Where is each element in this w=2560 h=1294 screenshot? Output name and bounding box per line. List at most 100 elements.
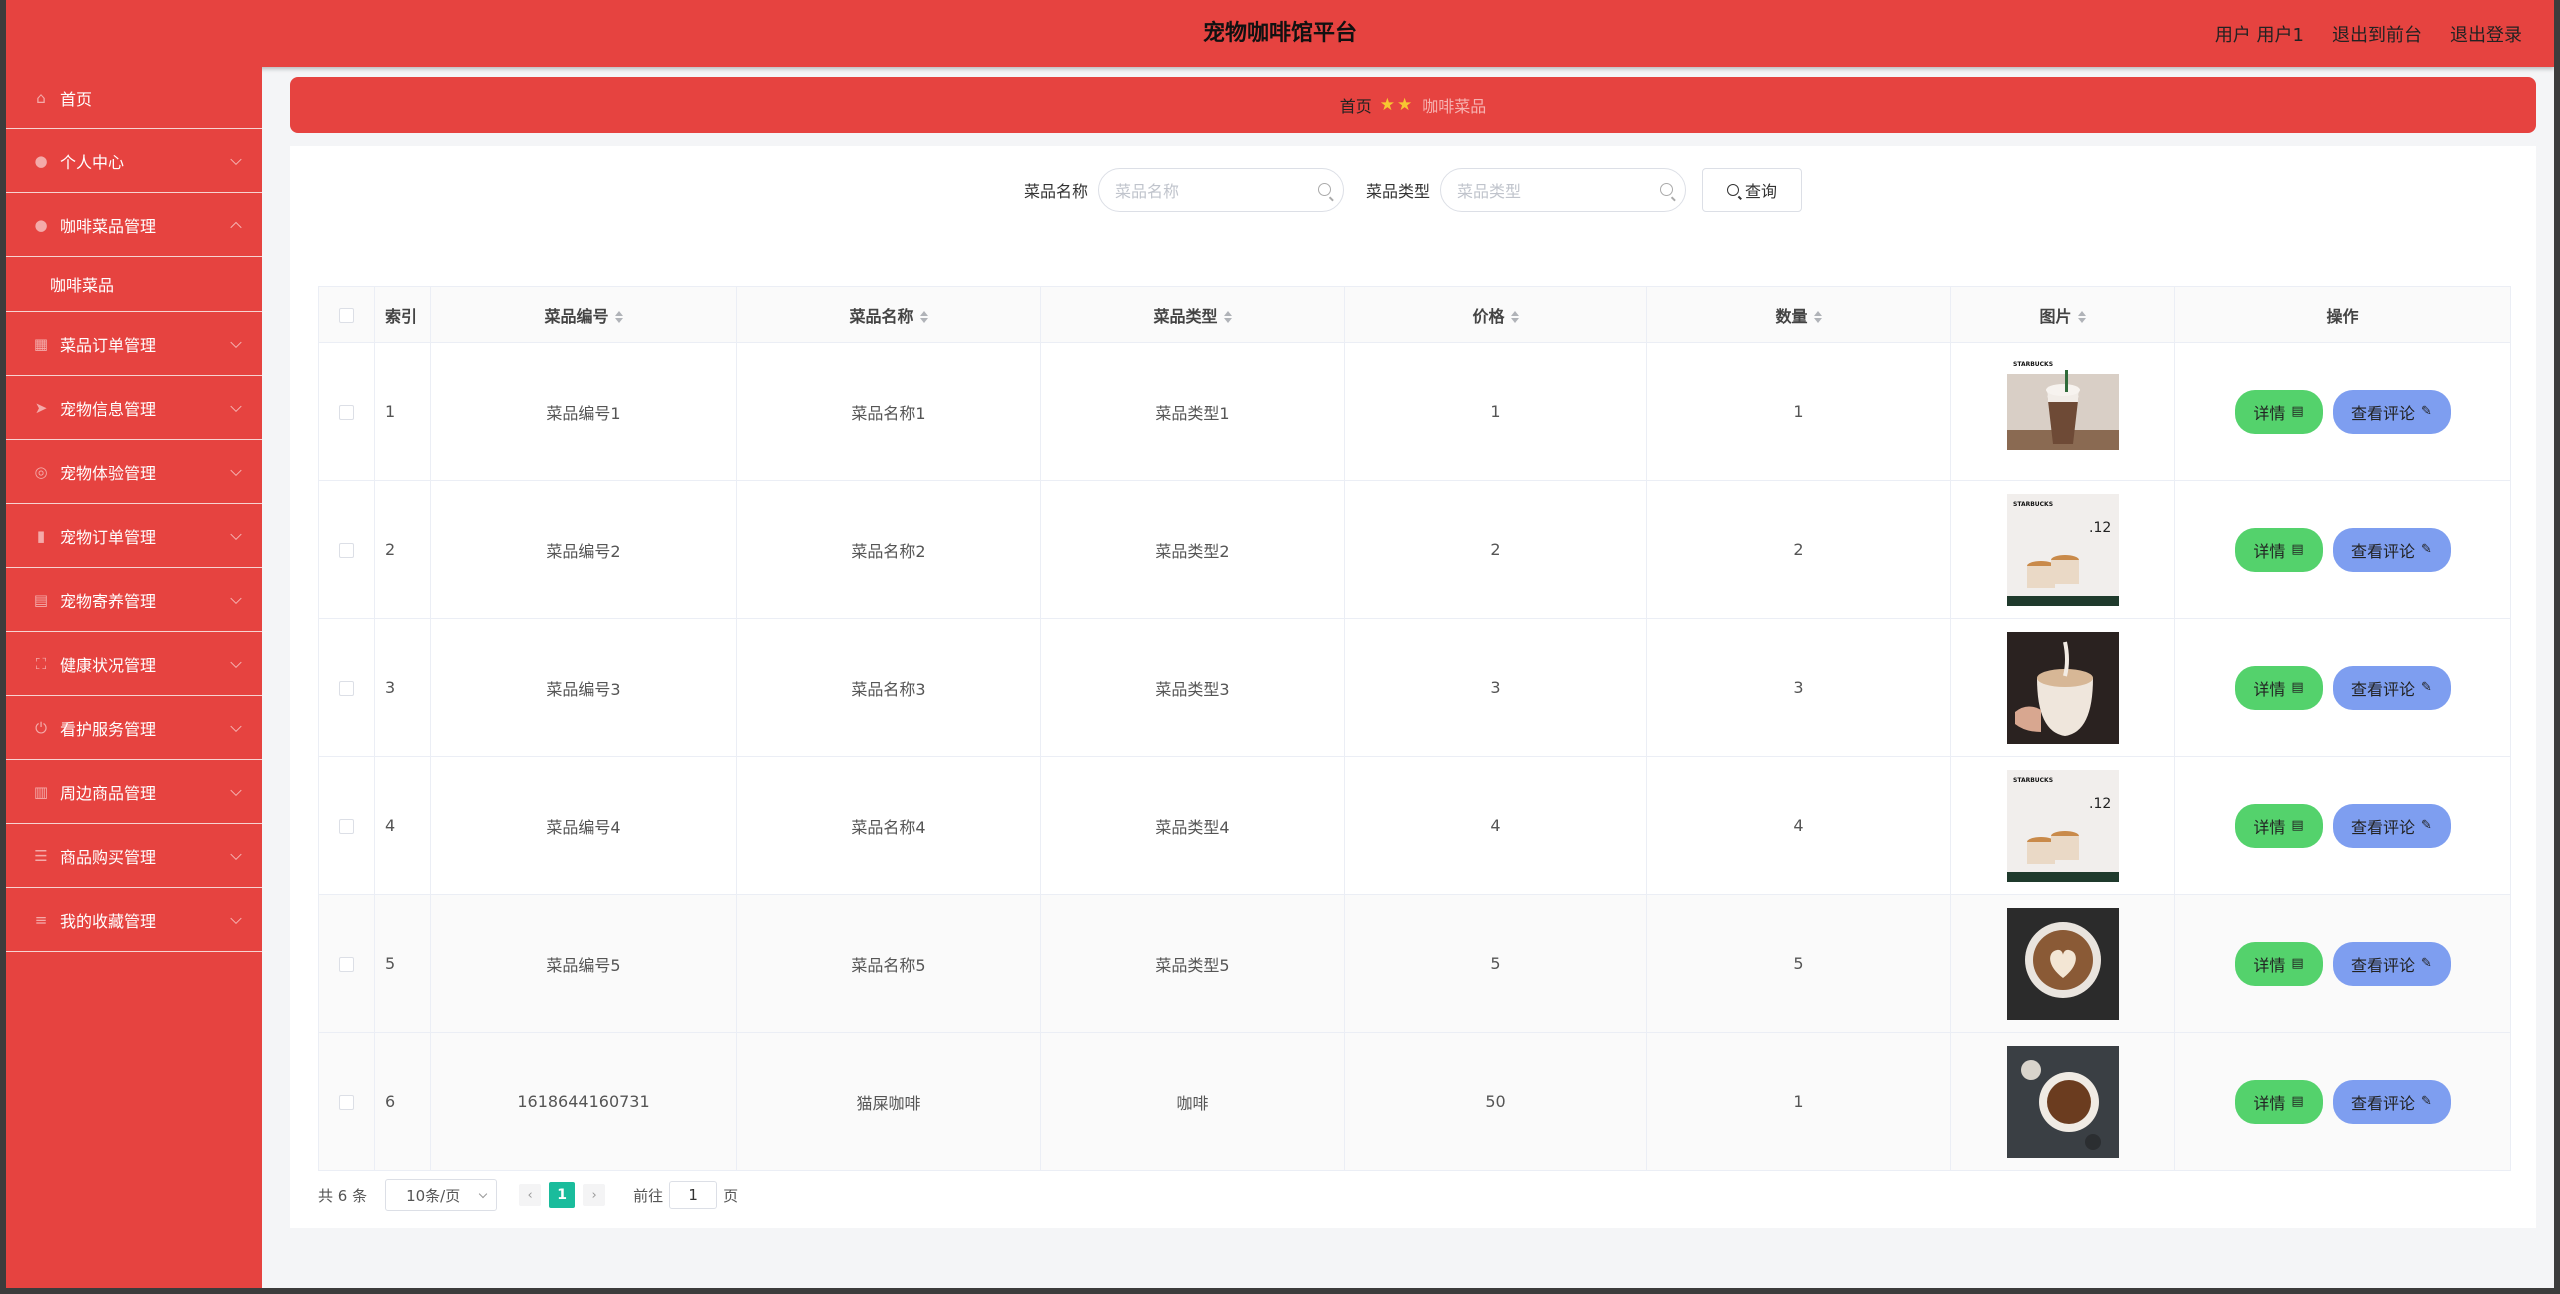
latte-art-image[interactable] [2006,907,2119,1020]
header-image[interactable]: 图片 [1950,286,2175,343]
detail-button-label: 详情 [2253,955,2286,975]
sort-icon[interactable] [2077,310,2086,324]
header-code[interactable]: 菜品编号 [430,286,737,343]
edit-icon: ✎ [2421,542,2432,557]
iced-coffee-image[interactable]: STARBUCKS [2006,355,2119,468]
sidebar-item-pet-order-management[interactable]: ▮ 宠物订单管理 [6,504,262,568]
globe-icon: ◎ [34,462,48,481]
prev-page-button[interactable]: ‹ [519,1184,542,1206]
row-checkbox[interactable] [339,819,354,834]
header-qty-label: 数量 [1775,306,1808,326]
header-name[interactable]: 菜品名称 [736,286,1041,343]
document-icon: ▤ [2291,404,2304,419]
dish-name-input[interactable]: 菜品名称 [1098,168,1344,212]
header-type[interactable]: 菜品类型 [1040,286,1345,343]
row-checkbox[interactable] [339,681,354,696]
next-page-button[interactable]: › [583,1184,606,1206]
pagination: 共 6 条 10条/页 ‹ 1 › 前往 1 页 [318,1179,738,1211]
sidebar-item-care-service-management[interactable]: ⏻ 看护服务管理 [6,696,262,760]
cell-image [1950,1032,2175,1171]
cell-type: 菜品类型4 [1040,756,1345,895]
row-select-cell[interactable] [318,618,375,757]
sidebar-item-pet-info-management[interactable]: ➤ 宠物信息管理 [6,376,262,440]
send-icon: ➤ [34,398,48,417]
sort-icon[interactable] [1223,310,1232,324]
logout-link[interactable]: 退出登录 [2450,21,2522,47]
detail-button[interactable]: 详情 ▤ [2234,803,2323,848]
row-select-cell[interactable] [318,894,375,1033]
sidebar-item-purchase-management[interactable]: ☰ 商品购买管理 [6,824,262,888]
cell-ops: 详情 ▤ 查看评论 ✎ [2174,756,2511,895]
page-size-value: 10条/页 [406,1186,461,1205]
row-checkbox[interactable] [339,1095,354,1110]
view-reviews-button[interactable]: 查看评论 ✎ [2332,1079,2451,1124]
select-all-checkbox[interactable] [339,308,354,323]
row-select-cell[interactable] [318,1032,375,1171]
row-checkbox[interactable] [339,957,354,972]
dish-type-input[interactable]: 菜品类型 [1440,168,1687,212]
row-checkbox[interactable] [339,543,354,558]
sidebar-subitem-coffee-dish[interactable]: 咖啡菜品 [6,257,262,312]
detail-button[interactable]: 详情 ▤ [2234,1079,2323,1124]
page-size-select[interactable]: 10条/页 [385,1179,498,1211]
view-reviews-button[interactable]: 查看评论 ✎ [2332,527,2451,572]
cell-type: 菜品类型2 [1040,480,1345,619]
view-reviews-button[interactable]: 查看评论 ✎ [2332,665,2451,710]
header-nav: 用户 用户1 退出到前台 退出登录 [2215,0,2522,67]
chevron-down-icon [478,1189,488,1199]
sort-icon[interactable] [1813,310,1822,324]
sidebar-item-pet-experience-management[interactable]: ◎ 宠物体验管理 [6,440,262,504]
breadcrumb-home[interactable]: 首页 [1340,93,1372,117]
table-row: 5 菜品编号5 菜品名称5 菜品类型5 5 5 详情 ▤ 查看评论 ✎ [318,894,2511,1033]
sidebar-item-label: 宠物信息管理 [60,399,157,419]
row-select-cell[interactable] [318,756,375,895]
row-select-cell[interactable] [318,342,375,481]
sort-icon[interactable] [919,310,928,324]
sidebar-item-favorites-management[interactable]: ≡ 我的收藏管理 [6,888,262,952]
cell-qty: 1 [1646,1032,1951,1171]
sidebar-item-label: 周边商品管理 [60,783,157,803]
query-button[interactable]: 查询 [1702,168,1803,212]
view-reviews-button[interactable]: 查看评论 ✎ [2332,389,2451,434]
sidebar-item-personal-center[interactable]: ● 个人中心 [6,129,262,193]
sidebar-item-dish-order-management[interactable]: ▦ 菜品订单管理 [6,312,262,376]
sidebar-item-merchandise-management[interactable]: ▥ 周边商品管理 [6,760,262,824]
sidebar-item-health-status-management[interactable]: ⛶ 健康状况管理 [6,632,262,696]
page-number-current[interactable]: 1 [549,1182,576,1208]
current-user-link[interactable]: 用户 用户1 [2215,21,2304,47]
cell-qty: 1 [1646,342,1951,481]
select-all-cell[interactable] [318,286,375,343]
table-row: 4 菜品编号4 菜品名称4 菜品类型4 4 4 STARBUCKS .12 详情… [318,756,2511,895]
sidebar-item-home[interactable]: ⌂ 首页 [6,67,262,129]
cell-code: 菜品编号4 [430,756,737,895]
detail-button[interactable]: 详情 ▤ [2234,665,2323,710]
chevron-down-icon [230,336,242,348]
detail-button[interactable]: 详情 ▤ [2234,389,2323,434]
edit-icon: ✎ [2421,818,2432,833]
sort-icon[interactable] [614,310,623,324]
sidebar-item-pet-boarding-management[interactable]: ▤ 宠物寄养管理 [6,568,262,632]
starbucks-promo-image[interactable]: STARBUCKS .12 [2006,769,2119,882]
header-price[interactable]: 价格 [1344,286,1647,343]
table-row: 6 1618644160731 猫屎咖啡 咖啡 50 1 详情 ▤ 查看评论 ✎ [318,1032,2511,1171]
starbucks-promo-image[interactable]: STARBUCKS .12 [2006,493,2119,606]
chevron-down-icon [230,848,242,860]
sort-icon[interactable] [1510,310,1519,324]
view-reviews-button[interactable]: 查看评论 ✎ [2332,941,2451,986]
sidebar-item-label: 咖啡菜品管理 [60,216,157,236]
detail-button[interactable]: 详情 ▤ [2234,527,2323,572]
header-qty[interactable]: 数量 [1646,286,1951,343]
edit-icon: ✎ [2421,404,2432,419]
latte-pour-image[interactable] [2006,631,2119,744]
cell-name: 菜品名称1 [736,342,1041,481]
sidebar-item-label: 我的收藏管理 [60,911,157,931]
black-coffee-image[interactable] [2006,1045,2119,1158]
row-checkbox[interactable] [339,405,354,420]
back-to-front-link[interactable]: 退出到前台 [2332,21,2422,47]
row-select-cell[interactable] [318,480,375,619]
cell-name: 猫屎咖啡 [736,1032,1041,1171]
view-reviews-button[interactable]: 查看评论 ✎ [2332,803,2451,848]
detail-button[interactable]: 详情 ▤ [2234,941,2323,986]
sidebar-item-coffee-dish-management[interactable]: ● 咖啡菜品管理 [6,193,262,257]
goto-page-input[interactable]: 1 [669,1181,718,1209]
